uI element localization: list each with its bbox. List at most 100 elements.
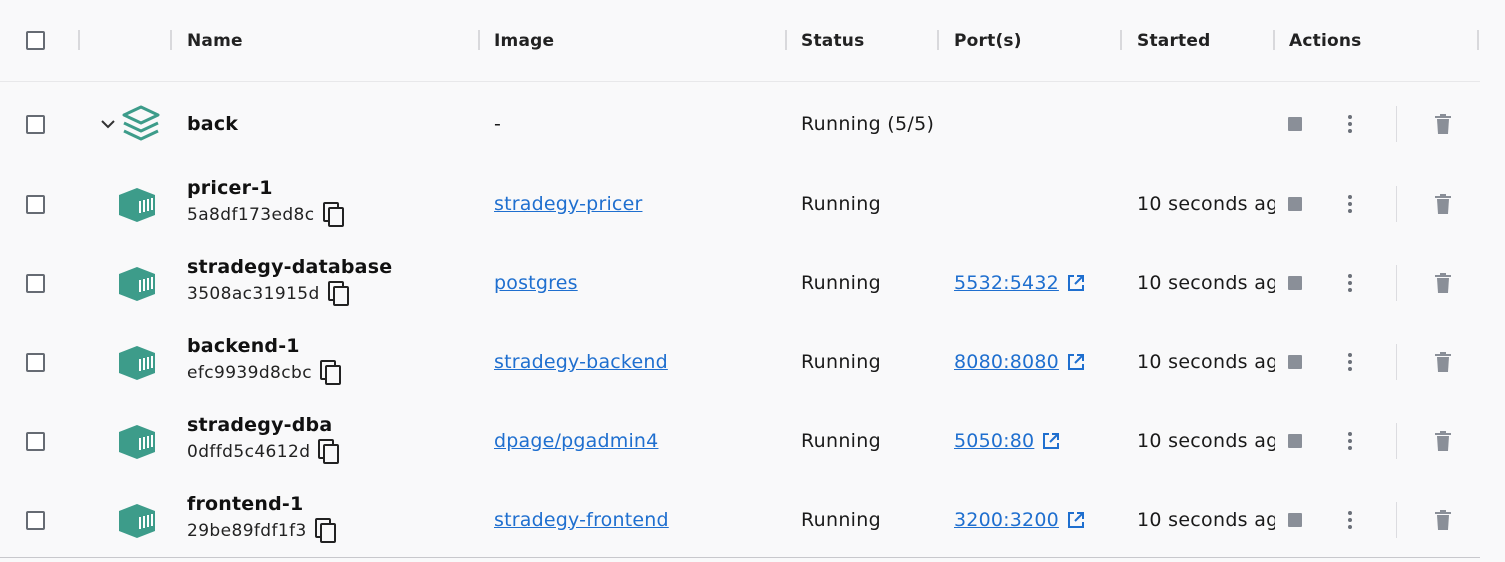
table-row[interactable]: stradegy-database 3508ac31915d postgres …	[0, 243, 1480, 322]
container-id: 29be89fdf1f3	[187, 521, 307, 541]
image-link[interactable]: stradegy-frontend	[494, 509, 669, 531]
column-header-status[interactable]: Status	[801, 0, 864, 81]
kebab-menu-icon[interactable]	[1347, 510, 1353, 530]
column-separator	[170, 30, 172, 50]
started-time: 10 seconds ago	[1137, 271, 1275, 294]
copy-icon[interactable]	[322, 202, 345, 228]
select-all-checkbox[interactable]	[26, 31, 45, 50]
trash-icon[interactable]	[1435, 351, 1451, 372]
container-name[interactable]: stradegy-database	[187, 256, 392, 278]
container-name-block: stradegy-dba 0dffd5c4612d	[187, 414, 340, 465]
actions-divider	[1396, 501, 1397, 538]
trash-icon[interactable]	[1435, 193, 1451, 214]
actions-divider	[1396, 422, 1397, 459]
container-icon	[119, 266, 155, 301]
port-link[interactable]: 3200:3200	[954, 509, 1059, 531]
external-link-icon[interactable]	[1067, 511, 1085, 529]
stop-icon[interactable]	[1288, 275, 1302, 290]
stop-icon[interactable]	[1288, 196, 1302, 211]
row-checkbox[interactable]	[26, 352, 45, 372]
row-checkbox[interactable]	[26, 273, 45, 293]
stop-icon[interactable]	[1288, 117, 1302, 131]
column-header-ports[interactable]: Port(s)	[954, 0, 1022, 81]
header-status-label: Status	[801, 30, 865, 51]
trash-icon[interactable]	[1435, 430, 1451, 451]
containers-table: Name Image Status Port(s) Started Action…	[0, 0, 1480, 559]
external-link-icon[interactable]	[1042, 432, 1060, 450]
header-ports-label: Port(s)	[954, 30, 1022, 51]
image-link[interactable]: stradegy-pricer	[494, 193, 642, 215]
trash-icon[interactable]	[1435, 114, 1451, 134]
copy-icon[interactable]	[314, 518, 337, 544]
container-id: 5a8df173ed8c	[187, 205, 315, 225]
container-status: Running	[801, 429, 881, 452]
header-actions-label: Actions	[1289, 30, 1362, 51]
external-link-icon[interactable]	[1067, 353, 1085, 371]
kebab-menu-icon[interactable]	[1347, 194, 1353, 214]
copy-icon[interactable]	[327, 281, 350, 307]
stack-icon	[122, 105, 160, 141]
started-time: 10 seconds ago	[1137, 508, 1275, 531]
image-link[interactable]: stradegy-backend	[494, 351, 668, 373]
column-separator	[78, 30, 80, 50]
row-checkbox[interactable]	[26, 431, 45, 451]
group-name[interactable]: back	[187, 113, 238, 135]
container-icon	[119, 503, 155, 538]
column-header-image[interactable]: Image	[494, 0, 554, 81]
column-header-actions: Actions	[1289, 0, 1362, 81]
actions-divider	[1396, 106, 1397, 142]
kebab-menu-icon[interactable]	[1347, 273, 1353, 293]
table-row[interactable]: pricer-1 5a8df173ed8c stradegy-pricer Ru…	[0, 164, 1480, 243]
trash-icon[interactable]	[1435, 509, 1451, 530]
header-image-label: Image	[494, 30, 555, 51]
started-time: 10 seconds ago	[1137, 350, 1275, 373]
container-status: Running	[801, 271, 881, 294]
kebab-menu-icon[interactable]	[1347, 114, 1353, 134]
stop-icon[interactable]	[1288, 433, 1302, 448]
row-checkbox[interactable]	[26, 510, 45, 530]
container-status: Running	[801, 350, 881, 373]
port-link[interactable]: 5532:5432	[954, 272, 1059, 294]
image-link[interactable]: dpage/pgadmin4	[494, 430, 658, 452]
group-status: Running (5/5)	[801, 113, 935, 135]
image-link[interactable]: postgres	[494, 272, 578, 294]
table-header: Name Image Status Port(s) Started Action…	[0, 0, 1480, 82]
compose-group-row[interactable]: back - Running (5/5)	[0, 84, 1480, 164]
container-id: efc9939d8cbc	[187, 363, 312, 383]
column-header-name[interactable]: Name	[187, 0, 243, 81]
stop-icon[interactable]	[1288, 354, 1302, 369]
row-checkbox[interactable]	[26, 194, 45, 214]
container-name[interactable]: frontend-1	[187, 493, 337, 515]
container-name-block: pricer-1 5a8df173ed8c	[187, 177, 345, 228]
kebab-menu-icon[interactable]	[1347, 431, 1353, 451]
header-name-label: Name	[187, 30, 243, 51]
container-name[interactable]: backend-1	[187, 335, 342, 357]
table-row[interactable]: backend-1 efc9939d8cbc stradegy-backend …	[0, 322, 1480, 401]
port-link[interactable]: 5050:80	[954, 430, 1034, 452]
container-status: Running	[801, 192, 881, 215]
column-header-started[interactable]: Started	[1137, 0, 1210, 81]
kebab-menu-icon[interactable]	[1347, 352, 1353, 372]
row-checkbox[interactable]	[26, 115, 45, 134]
actions-divider	[1396, 264, 1397, 301]
container-name-block: backend-1 efc9939d8cbc	[187, 335, 342, 386]
copy-icon[interactable]	[318, 439, 340, 465]
trash-icon[interactable]	[1435, 272, 1451, 293]
container-name[interactable]: pricer-1	[187, 177, 345, 199]
table-row[interactable]: stradegy-dba 0dffd5c4612d dpage/pgadmin4…	[0, 401, 1480, 480]
column-separator	[1120, 30, 1122, 50]
column-separator	[1273, 30, 1275, 50]
container-id: 3508ac31915d	[187, 284, 320, 304]
table-row[interactable]: frontend-1 29be89fdf1f3 stradegy-fronten…	[0, 480, 1480, 559]
stop-icon[interactable]	[1288, 512, 1302, 527]
container-icon	[119, 345, 155, 380]
copy-icon[interactable]	[319, 360, 342, 386]
container-status: Running	[801, 508, 881, 531]
column-separator	[937, 30, 939, 50]
chevron-down-icon[interactable]	[100, 118, 116, 130]
external-link-icon[interactable]	[1067, 274, 1085, 292]
port-link[interactable]: 8080:8080	[954, 351, 1059, 373]
container-name[interactable]: stradegy-dba	[187, 414, 340, 436]
container-icon	[119, 424, 155, 459]
container-name-block: frontend-1 29be89fdf1f3	[187, 493, 337, 544]
